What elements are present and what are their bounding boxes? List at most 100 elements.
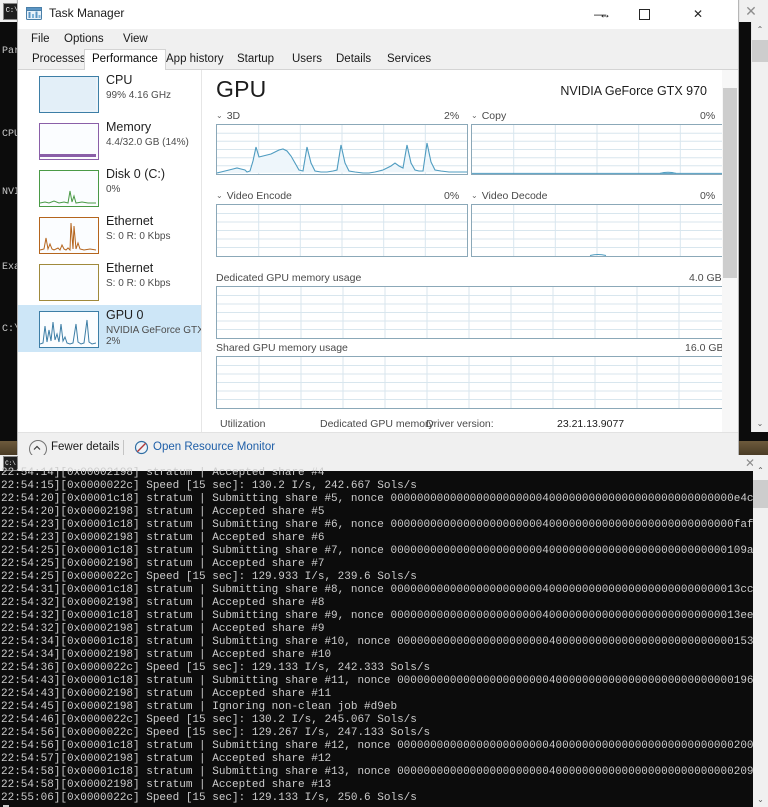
console-line: 22:54:46][0x0000022c] Speed [15 sec]: 13… — [1, 714, 417, 726]
graph-caption-3d[interactable]: ⌄ 3D — [216, 110, 240, 122]
sidebar-item-detail: S: 0 R: 0 Kbps — [106, 278, 171, 289]
performance-sidebar[interactable]: CPU 99% 4.16 GHz Memory 4.4/32.0 GB (14%… — [18, 70, 202, 463]
footer-driver-version-label: Driver version: — [426, 418, 494, 430]
sidebar-item-detail: 0% — [106, 184, 121, 195]
menubar[interactable]: File Options View — [18, 29, 738, 49]
window-title: Task Manager — [49, 6, 125, 20]
console-line: 22:54:14][0x00002198] stratum | Accepted… — [1, 467, 325, 479]
tab-details[interactable]: Details — [328, 49, 379, 71]
sidebar-item-detail: NVIDIA GeForce GTX 970 — [106, 325, 202, 336]
miner-console-scrollbar[interactable]: ⌃ ⌄ — [753, 463, 768, 807]
footer-dedicated-memory-label: Dedicated GPU memory — [320, 418, 434, 430]
chevron-down-icon[interactable]: ⌄ — [216, 111, 223, 120]
graph-value-video-decode: 0% — [700, 190, 716, 202]
task-manager-window[interactable]: Task Manager ↔ — ✕ File Options View Pro… — [17, 0, 739, 464]
console-line: 22:54:32][0x00002198] stratum | Accepted… — [1, 597, 325, 609]
scroll-down-icon[interactable]: ⌄ — [753, 792, 768, 807]
sidebar-item-memory[interactable]: Memory 4.4/32.0 GB (14%) — [18, 117, 201, 164]
menu-item-view[interactable]: View — [117, 29, 154, 49]
ethernet-thumbnail-graph — [39, 217, 99, 254]
graph-label: Video Encode — [226, 190, 292, 202]
chevron-down-icon[interactable]: ⌄ — [471, 191, 478, 200]
memory-thumbnail-graph — [39, 123, 99, 160]
gpu-device-name: NVIDIA GeForce GTX 970 — [560, 84, 707, 98]
scroll-up-icon[interactable]: ⌃ — [753, 463, 768, 478]
tab-startup[interactable]: Startup — [229, 49, 282, 71]
close-icon[interactable]: ✕ — [740, 1, 762, 21]
console-line: 22:54:57][0x00002198] stratum | Accepted… — [1, 753, 332, 765]
console-line: 22:54:23][0x00002198] stratum | Accepted… — [1, 532, 325, 544]
scrollbar-thumb[interactable] — [753, 480, 768, 508]
performance-content: CPU 99% 4.16 GHz Memory 4.4/32.0 GB (14%… — [18, 70, 738, 463]
tab-app-history[interactable]: App history — [158, 49, 232, 71]
graph-label: Video Decode — [481, 190, 548, 202]
gpu-panel-scrollbar[interactable]: ⌄ — [722, 70, 738, 463]
close-button[interactable]: ✕ — [676, 0, 720, 28]
scrollbar-thumb[interactable] — [752, 40, 768, 62]
sidebar-item-cpu[interactable]: CPU 99% 4.16 GHz — [18, 70, 201, 117]
disk-thumbnail-graph — [39, 170, 99, 207]
console-line: 22:54:56][0x0000022c] Speed [15 sec]: 12… — [1, 727, 431, 739]
sidebar-item-detail: S: 0 R: 0 Kbps — [106, 231, 171, 242]
sidebar-item-detail: 99% 4.16 GHz — [106, 90, 172, 101]
dedicated-memory-label: Dedicated GPU memory usage — [216, 272, 362, 284]
sidebar-item-usage: 2% — [106, 336, 121, 347]
console-line: 22:54:45][0x00002198] stratum | Ignoring… — [1, 701, 398, 713]
console-line: 22:54:58][0x00002198] stratum | Accepted… — [1, 779, 332, 791]
console-line: 22:54:25][0x0000022c] Speed [15 sec]: 12… — [1, 571, 417, 583]
sidebar-item-label: GPU 0 — [106, 308, 144, 322]
footer-utilization-label: Utilization — [220, 418, 266, 430]
console-line: 22:54:25][0x00001c18] stratum | Submitti… — [1, 545, 754, 557]
background-console-scrollbar[interactable]: ⌃ ⌄ — [751, 22, 768, 432]
graph-caption-video-encode[interactable]: ⌄ Video Encode — [216, 190, 292, 202]
tab-performance[interactable]: Performance — [84, 49, 166, 71]
graph-label: 3D — [226, 110, 241, 122]
scroll-down-icon[interactable]: ⌄ — [752, 416, 768, 432]
graph-3d — [216, 124, 468, 175]
page-title: GPU — [216, 76, 267, 102]
console-line: 22:54:56][0x00001c18] stratum | Submitti… — [1, 740, 761, 752]
scroll-up-icon[interactable]: ⌃ — [752, 22, 768, 38]
console-line: 22:54:43][0x00001c18] stratum | Submitti… — [1, 675, 761, 687]
console-line: 22:55:06][0x0000022c] Speed [15 sec]: 12… — [1, 792, 417, 804]
graph-caption-copy[interactable]: ⌄ Copy — [471, 110, 506, 122]
minimize-button[interactable]: — — [578, 0, 622, 28]
tab-users[interactable]: Users — [284, 49, 330, 71]
fewer-details-button[interactable]: Fewer details — [51, 441, 119, 453]
chevron-down-icon[interactable]: ⌄ — [471, 111, 478, 120]
resource-monitor-icon[interactable] — [134, 440, 149, 455]
menu-item-file[interactable]: File — [25, 29, 56, 49]
console-line: 22:54:32][0x00002198] stratum | Accepted… — [1, 623, 325, 635]
graph-caption-video-decode[interactable]: ⌄ Video Decode — [471, 190, 547, 202]
sidebar-item-ethernet-1[interactable]: Ethernet S: 0 R: 0 Kbps — [18, 211, 201, 258]
console-line: 22:54:31][0x00001c18] stratum | Submitti… — [1, 584, 754, 596]
gpu-thumbnail-graph — [39, 311, 99, 348]
sidebar-item-label: Ethernet — [106, 261, 154, 275]
graph-label: Copy — [481, 110, 507, 122]
titlebar[interactable]: Task Manager ↔ — ✕ — [18, 0, 738, 29]
tab-services[interactable]: Services — [379, 49, 439, 71]
open-resource-monitor-link[interactable]: Open Resource Monitor — [153, 441, 275, 453]
maximize-button[interactable] — [622, 0, 666, 28]
miner-console-output[interactable]: 22:54:14][0x00002198] stratum | Accepted… — [0, 463, 768, 807]
cpu-thumbnail-graph — [39, 76, 99, 113]
dedicated-memory-max: 4.0 GB — [689, 272, 722, 284]
console-line: 22:54:23][0x00001c18] stratum | Submitti… — [1, 519, 754, 531]
tabstrip[interactable]: Processes Performance App history Startu… — [18, 49, 738, 71]
sidebar-item-ethernet-2[interactable]: Ethernet S: 0 R: 0 Kbps — [18, 258, 201, 305]
console-line: 22:54:36][0x0000022c] Speed [15 sec]: 12… — [1, 662, 431, 674]
miner-console-window[interactable]: C:\ ✕ 22:54:14][0x00002198] stratum | Ac… — [0, 455, 768, 807]
console-line: 22:54:58][0x00001c18] stratum | Submitti… — [1, 766, 761, 778]
console-line: 22:54:25][0x00002198] stratum | Accepted… — [1, 558, 325, 570]
menu-item-options[interactable]: Options — [58, 29, 110, 49]
sidebar-item-label: CPU — [106, 73, 133, 87]
console-line: 22:54:34][0x00002198] stratum | Accepted… — [1, 649, 332, 661]
sidebar-item-gpu0[interactable]: GPU 0 NVIDIA GeForce GTX 970 2% — [18, 305, 201, 352]
sidebar-item-disk0[interactable]: Disk 0 (C:) 0% — [18, 164, 201, 211]
footer-driver-version-value: 23.21.13.9077 — [557, 418, 625, 430]
scrollbar-thumb[interactable] — [723, 88, 737, 278]
statusbar-divider — [123, 440, 124, 456]
sidebar-item-label: Memory — [106, 120, 152, 134]
chevron-down-icon[interactable]: ⌄ — [216, 191, 223, 200]
console-line: 22:54:34][0x00001c18] stratum | Submitti… — [1, 636, 761, 648]
